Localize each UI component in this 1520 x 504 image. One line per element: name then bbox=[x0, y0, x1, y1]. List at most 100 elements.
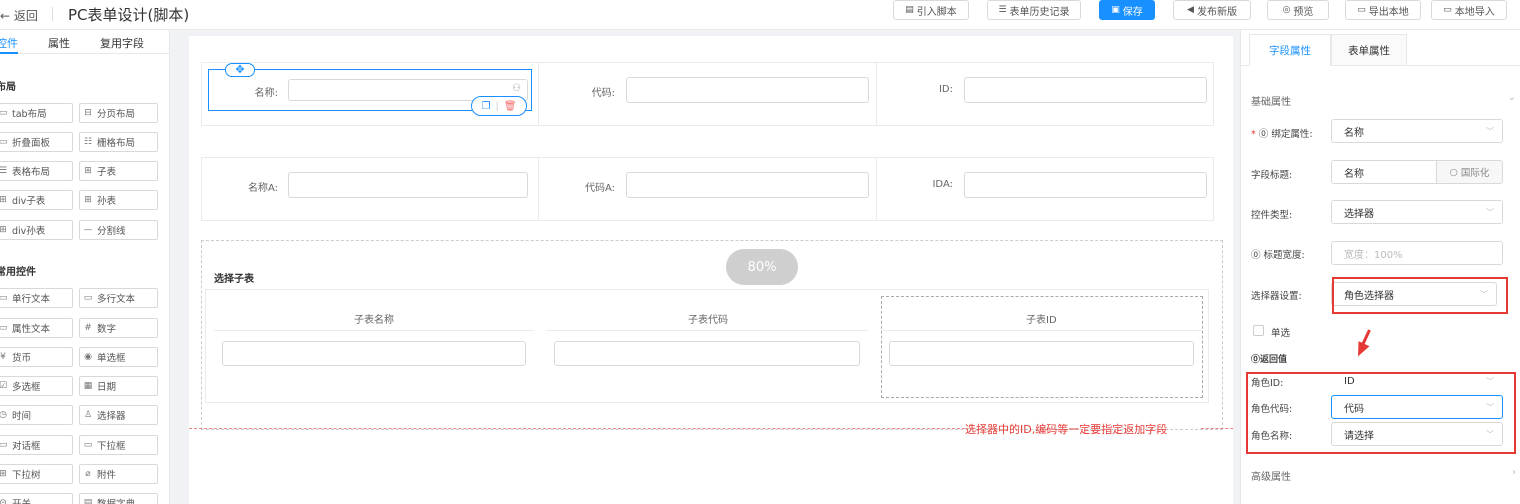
bind-property-select[interactable]: 名称 ﹀ bbox=[1331, 119, 1503, 143]
folder-icon: ▭ bbox=[1357, 5, 1366, 15]
single-select-checkbox[interactable] bbox=[1253, 325, 1264, 336]
form-cell-id[interactable]: ID: bbox=[877, 63, 1213, 125]
separator: | bbox=[495, 100, 499, 112]
tab-reuse-fields[interactable]: 复用字段 bbox=[100, 35, 144, 51]
local-import-button[interactable]: ▭ 本地导入 bbox=[1431, 0, 1507, 20]
tab-properties[interactable]: 属性 bbox=[48, 35, 70, 51]
component-divider[interactable]: — 分割线 bbox=[79, 220, 158, 240]
component-switch[interactable]: ⊝开关 bbox=[0, 493, 73, 504]
component-tabs: 控件 属性 复用字段 bbox=[0, 30, 169, 54]
import-script-button[interactable]: ▤ 引入脚本 bbox=[893, 0, 969, 20]
component-radio[interactable]: ◉ 单选框 bbox=[79, 347, 158, 367]
common-section-title: 常用控件 bbox=[0, 267, 36, 278]
delete-icon[interactable]: 🗑 bbox=[504, 101, 517, 112]
subtable-code-input[interactable] bbox=[554, 341, 860, 366]
name-a-input[interactable] bbox=[288, 172, 528, 198]
help-icon: ⓪ bbox=[1251, 355, 1261, 365]
chevron-down-icon[interactable]: ⌄ bbox=[1508, 92, 1516, 103]
title-width-input[interactable]: 宽度：100% bbox=[1331, 241, 1503, 265]
textarea-icon: ▭ bbox=[83, 293, 93, 303]
tab-controls[interactable]: 控件 bbox=[0, 35, 18, 51]
dialog-icon: ▭ bbox=[0, 440, 8, 450]
export-local-button[interactable]: ▭ 导出本地 bbox=[1345, 0, 1421, 20]
form-cell-name[interactable]: 名称: ⚇ ✥ ❐ | 🗑 bbox=[202, 63, 539, 125]
annotation-line bbox=[1201, 428, 1233, 429]
annotation-note: 选择器中的ID,编码等一定要指定返加字段 bbox=[965, 423, 1168, 436]
tab-form-properties[interactable]: 表单属性 bbox=[1331, 34, 1407, 66]
subtable-block[interactable]: 80% 选择子表 子表名称 子表代码 子表ID bbox=[201, 240, 1223, 430]
component-data-dict[interactable]: ▤数据字典 bbox=[79, 493, 158, 504]
page-title: PC表单设计(脚本) bbox=[68, 6, 190, 24]
calendar-icon: ▦ bbox=[83, 381, 93, 391]
divider bbox=[546, 330, 868, 331]
selected-field-outline: ✥ ❐ | 🗑 bbox=[208, 63, 532, 116]
component-dropdown[interactable]: ▭ 下拉框 bbox=[79, 435, 158, 455]
divider bbox=[214, 330, 534, 331]
component-subtable[interactable]: ⊞ 子表 bbox=[79, 161, 158, 181]
component-div-grandchild[interactable]: ⊞div孙表 bbox=[0, 220, 73, 240]
form-row-2: 名称A: 代码A: IDA: bbox=[201, 157, 1214, 221]
component-grandchild-table[interactable]: ⊞ 孙表 bbox=[79, 190, 158, 210]
component-dropdown-tree[interactable]: ⊞下拉树 bbox=[0, 464, 73, 484]
component-dialog[interactable]: ▭对话框 bbox=[0, 435, 73, 455]
form-cell-code-a[interactable]: 代码A: bbox=[539, 158, 877, 220]
chevron-down-icon: ﹀ bbox=[1486, 127, 1494, 136]
tree-icon: ⊞ bbox=[0, 469, 8, 479]
publish-button[interactable]: ◀ 发布新版 bbox=[1173, 0, 1251, 20]
tab-ink-bar bbox=[0, 52, 18, 54]
column-header: 子表名称 bbox=[354, 315, 394, 326]
form-cell-code[interactable]: 代码: bbox=[539, 63, 877, 125]
component-currency[interactable]: ¥ 货币 bbox=[0, 347, 73, 367]
preview-button[interactable]: ◎ 预览 bbox=[1267, 0, 1329, 20]
component-tab-layout[interactable]: ▭tab布局 bbox=[0, 103, 73, 123]
highlight-box bbox=[1332, 277, 1508, 314]
page-icon: ⊟ bbox=[84, 108, 92, 118]
back-link[interactable]: ← 返回 bbox=[0, 7, 38, 24]
field-label-code: 代码: bbox=[591, 88, 615, 99]
id-a-input[interactable] bbox=[964, 172, 1207, 198]
component-date[interactable]: ▦ 日期 bbox=[79, 376, 158, 396]
radio-icon: ◉ bbox=[84, 352, 92, 362]
form-cell-id-a[interactable]: IDA: bbox=[877, 158, 1213, 220]
component-page-layout[interactable]: ⊟ 分页布局 bbox=[79, 103, 158, 123]
component-grid-layout[interactable]: ☷ 栅格布局 bbox=[79, 132, 158, 152]
component-multi-text[interactable]: ▭ 多行文本 bbox=[79, 288, 158, 308]
eye-icon: ◎ bbox=[1282, 5, 1291, 15]
component-table-layout[interactable]: ☰表格布局 bbox=[0, 161, 73, 181]
component-attachment[interactable]: ⌀ 附件 bbox=[79, 464, 158, 484]
folder-open-icon: ▭ bbox=[1443, 5, 1452, 15]
component-number[interactable]: # 数字 bbox=[79, 318, 158, 338]
component-collapse[interactable]: ▭折叠面板 bbox=[0, 132, 73, 152]
tab-field-properties[interactable]: 字段属性 bbox=[1249, 34, 1331, 66]
field-title-input[interactable]: 名称 bbox=[1331, 160, 1437, 184]
form-history-button[interactable]: ☰ 表单历史记录 bbox=[987, 0, 1081, 20]
copy-icon[interactable]: ❐ bbox=[481, 101, 490, 112]
subtable-name-input[interactable] bbox=[222, 341, 526, 366]
move-handle-icon[interactable]: ✥ bbox=[225, 63, 255, 77]
id-input[interactable] bbox=[964, 77, 1207, 103]
subtable-icon: ⊞ bbox=[84, 166, 92, 176]
tab-icon: ▭ bbox=[0, 108, 8, 118]
field-label-name-a: 名称A: bbox=[247, 183, 278, 194]
checkbox-icon: ☑ bbox=[0, 381, 8, 391]
control-type-select[interactable]: 选择器 ﹀ bbox=[1331, 200, 1503, 224]
save-button[interactable]: ▣ 保存 bbox=[1099, 0, 1155, 20]
component-time[interactable]: ◷时间 bbox=[0, 405, 73, 425]
component-single-text[interactable]: ▭单行文本 bbox=[0, 288, 73, 308]
zoom-indicator: 80% bbox=[726, 249, 798, 285]
yen-icon: ¥ bbox=[0, 352, 6, 362]
component-attr-text[interactable]: ▭属性文本 bbox=[0, 318, 73, 338]
script-icon: ▤ bbox=[905, 5, 914, 15]
user-select-icon: ♙ bbox=[83, 410, 93, 420]
chevron-right-icon[interactable]: › bbox=[1512, 467, 1516, 478]
code-a-input[interactable] bbox=[626, 172, 869, 198]
i18n-button[interactable]: ○ 国际化 bbox=[1437, 160, 1503, 184]
component-selector[interactable]: ♙ 选择器 bbox=[79, 405, 158, 425]
div-grandchild-icon: ⊞ bbox=[0, 225, 8, 235]
subtable: 子表名称 子表代码 子表ID bbox=[205, 289, 1209, 403]
component-checkbox[interactable]: ☑多选框 bbox=[0, 376, 73, 396]
component-div-subtable[interactable]: ⊞div子表 bbox=[0, 190, 73, 210]
form-cell-name-a[interactable]: 名称A: bbox=[202, 158, 539, 220]
code-input[interactable] bbox=[626, 77, 869, 103]
property-tabs: 字段属性 表单属性 bbox=[1241, 30, 1520, 66]
